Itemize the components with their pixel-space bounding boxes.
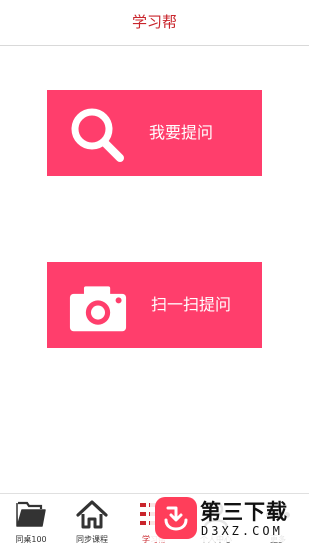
watermark-title: 第三下载 [200,500,288,524]
tab-label: 同步课程 [76,535,108,544]
site-watermark: 第三下载 D3XZ.COM [150,494,309,542]
scan-question-label: 扫一扫提问 [151,295,232,314]
page-title: 学习帮 [131,13,177,31]
tab-sync-courses[interactable]: 同步课程 [61,494,123,550]
camera-icon [69,286,127,332]
home-icon [76,500,108,529]
tab-label: 同桌100 [15,535,47,544]
folder-icon [16,501,46,527]
ask-question-label: 我要提问 [149,123,214,142]
page-header: 学习帮 [0,0,309,46]
scan-question-button[interactable]: 扫一扫提问 [47,262,262,348]
download-logo-icon [155,497,197,539]
watermark-url: D3XZ.COM [201,524,283,538]
search-icon [71,108,124,162]
tab-desk-100[interactable]: 同桌100 [0,494,62,550]
ask-question-button[interactable]: 我要提问 [47,90,262,176]
